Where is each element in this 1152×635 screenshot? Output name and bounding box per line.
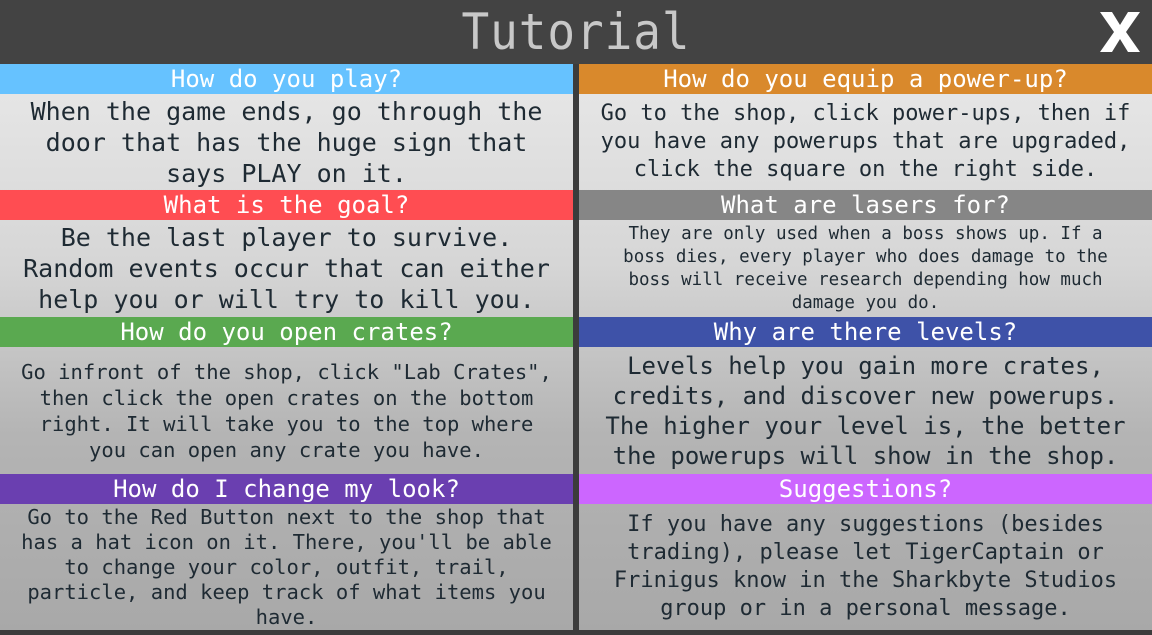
section-text: When the game ends, go through the door … bbox=[30, 96, 543, 188]
section-how-to-play: How do you play? When the game ends, go … bbox=[0, 64, 573, 190]
section-heading: How do you open crates? bbox=[0, 317, 573, 347]
window-title: Tutorial bbox=[461, 3, 691, 61]
close-button[interactable] bbox=[1096, 8, 1144, 56]
section-heading: How do you equip a power-up? bbox=[579, 64, 1152, 94]
section-goal: What is the goal? Be the last player to … bbox=[0, 190, 573, 317]
section-heading: What is the goal? bbox=[0, 190, 573, 220]
section-suggestions: Suggestions? If you have any suggestions… bbox=[579, 474, 1152, 630]
section-text: Be the last player to survive. Random ev… bbox=[23, 223, 550, 314]
section-levels: Why are there levels? Levels help you ga… bbox=[579, 317, 1152, 474]
section-text: Levels help you gain more crates, credit… bbox=[605, 351, 1126, 470]
section-body: They are only used when a boss shows up.… bbox=[579, 220, 1152, 317]
close-x-icon bbox=[1100, 12, 1140, 52]
section-heading: Why are there levels? bbox=[579, 317, 1152, 347]
section-body: Go to the Red Button next to the shop th… bbox=[0, 504, 573, 630]
section-open-crates: How do you open crates? Go infront of th… bbox=[0, 317, 573, 474]
section-heading: How do I change my look? bbox=[0, 474, 573, 504]
section-text: If you have any suggestions (besides tra… bbox=[613, 512, 1118, 621]
section-body: If you have any suggestions (besides tra… bbox=[579, 504, 1152, 630]
section-text: Go infront of the shop, click "Lab Crate… bbox=[21, 359, 552, 462]
section-lasers: What are lasers for? They are only used … bbox=[579, 190, 1152, 317]
section-text: Go to the Red Button next to the shop th… bbox=[21, 504, 552, 629]
section-heading: Suggestions? bbox=[579, 474, 1152, 504]
section-heading: How do you play? bbox=[0, 64, 573, 94]
section-change-look: How do I change my look? Go to the Red B… bbox=[0, 474, 573, 630]
section-heading: What are lasers for? bbox=[579, 190, 1152, 220]
section-text: Go to the shop, click power-ups, then if… bbox=[600, 101, 1131, 182]
section-text: They are only used when a boss shows up.… bbox=[623, 223, 1108, 313]
section-body: Levels help you gain more crates, credit… bbox=[579, 347, 1152, 474]
section-body: When the game ends, go through the door … bbox=[0, 94, 573, 190]
section-body: Go infront of the shop, click "Lab Crate… bbox=[0, 347, 573, 474]
bottom-border bbox=[0, 630, 1152, 635]
section-equip-powerup: How do you equip a power-up? Go to the s… bbox=[579, 64, 1152, 190]
section-body: Be the last player to survive. Random ev… bbox=[0, 220, 573, 317]
section-body: Go to the shop, click power-ups, then if… bbox=[579, 94, 1152, 190]
